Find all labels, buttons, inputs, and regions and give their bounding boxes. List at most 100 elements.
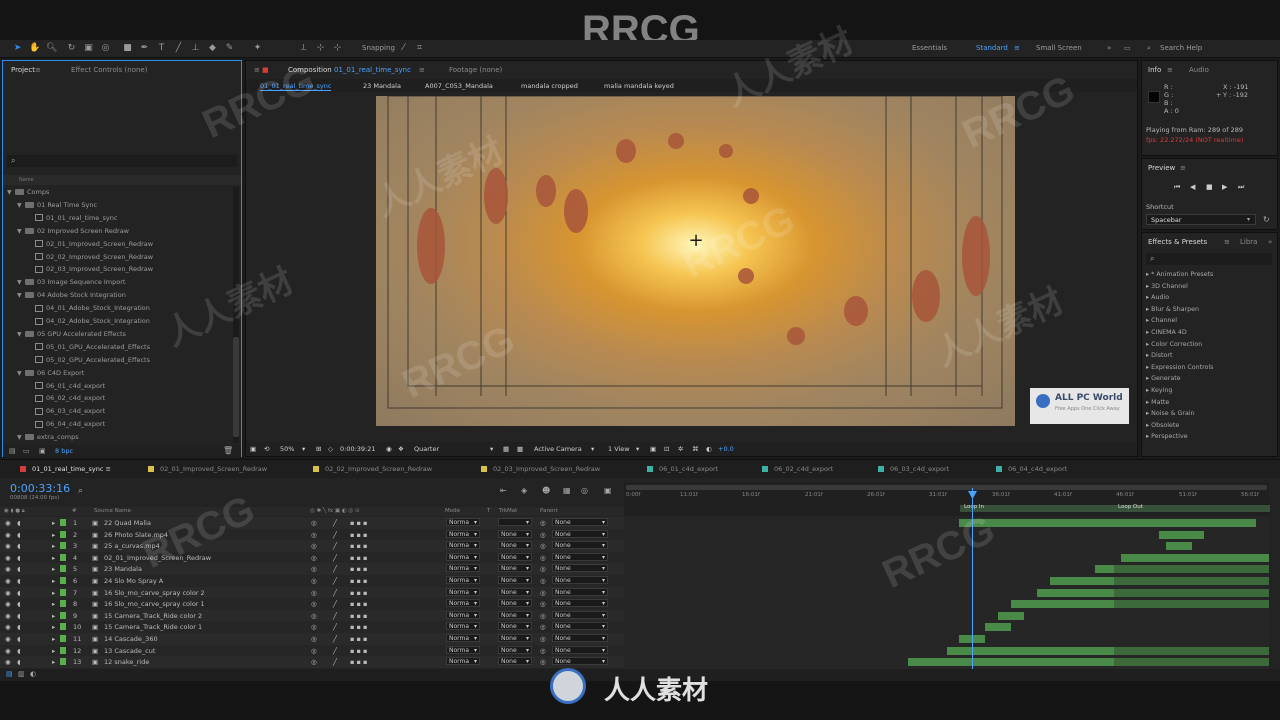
new-folder-icon[interactable]: ▭: [23, 447, 30, 455]
shy-switch-icon[interactable]: ◎: [311, 577, 317, 585]
layer-duration-bar[interactable]: [998, 611, 1024, 620]
expand-layer-icon[interactable]: ▸: [52, 623, 55, 631]
project-folder-item[interactable]: ▼ 06 C4D Export: [17, 367, 84, 379]
project-comp-item[interactable]: 04_02_Adobe_Stock_Integration: [27, 315, 150, 327]
shortcut-dropdown[interactable]: Spacebar ▾: [1146, 214, 1256, 225]
parent-dropdown[interactable]: None ▾: [552, 564, 608, 573]
safe-zones-icon[interactable]: ⊞: [316, 445, 321, 453]
shy-switch-icon[interactable]: ◎: [311, 635, 317, 643]
timeline-tab[interactable]: 02_02_Improved_Screen_Redraw: [313, 465, 432, 473]
quality-switch-icon[interactable]: ╱: [333, 577, 337, 585]
disclosure-triangle-icon[interactable]: ▼: [17, 200, 25, 212]
first-frame-icon[interactable]: ⏮: [1174, 183, 1180, 192]
pickwhip-icon[interactable]: ◎: [540, 600, 546, 608]
graph-editor-icon[interactable]: ▣: [604, 486, 612, 495]
layer-switches[interactable]: ▪ ▪ ▪: [350, 623, 367, 631]
mask-icon[interactable]: ◇: [328, 445, 333, 453]
reset-exposure-icon[interactable]: ◐: [706, 445, 712, 453]
parent-dropdown[interactable]: None ▾: [552, 541, 608, 550]
parent-dropdown[interactable]: None ▾: [552, 634, 608, 642]
project-comp-item[interactable]: 06_02_c4d_export: [27, 392, 105, 404]
toggle-switches-icon[interactable]: ▤: [6, 670, 13, 678]
layer-switches[interactable]: ▪ ▪ ▪: [350, 612, 367, 620]
trkmat-dropdown[interactable]: None ▾: [498, 529, 532, 538]
show-channel-icon[interactable]: ❖: [398, 445, 404, 453]
layer-bars-area[interactable]: [624, 517, 1269, 669]
trkmat-dropdown[interactable]: ▾: [498, 518, 532, 526]
blend-mode-dropdown[interactable]: Norma ▾: [446, 587, 480, 596]
shy-switch-icon[interactable]: ◎: [311, 647, 317, 655]
layer-row[interactable]: ◉ ◖ ▸ 13 ▣ 12 snake_ride ◎ ╱ ▪ ▪ ▪ Norma ▾ None ▾ ◎…: [0, 656, 624, 668]
project-comp-item[interactable]: 06_03_c4d_export: [27, 405, 105, 417]
effect-category-item[interactable]: ▸ Matte: [1146, 399, 1169, 406]
tab-composition[interactable]: Composition: [288, 66, 332, 74]
parent-dropdown[interactable]: None ▾: [552, 587, 608, 596]
swap-icon[interactable]: ⟲: [264, 445, 269, 453]
trkmat-dropdown[interactable]: None ▾: [498, 587, 532, 596]
timeline-tab[interactable]: 06_02_c4d_export: [762, 465, 833, 473]
search-icon[interactable]: ⌕: [78, 486, 83, 496]
quality-switch-icon[interactable]: ╱: [333, 612, 337, 620]
layer-switches[interactable]: ▪ ▪ ▪: [350, 542, 367, 550]
preview-menu-icon[interactable]: ≡: [1180, 164, 1186, 172]
disclosure-triangle-icon[interactable]: ▼: [17, 432, 25, 444]
project-column-header[interactable]: Name: [3, 175, 241, 185]
audio-icon[interactable]: ◖: [17, 600, 20, 608]
layer-name[interactable]: 22 Quad Malia: [104, 519, 151, 527]
snap-options-icon[interactable]: ⌗: [414, 43, 425, 54]
workspace-essentials[interactable]: Essentials: [912, 44, 947, 52]
parent-dropdown[interactable]: None ▾: [552, 576, 608, 584]
quality-switch-icon[interactable]: ╱: [333, 600, 337, 608]
timeline-tab[interactable]: 02_03_Improved_Screen_Redraw: [481, 465, 600, 473]
project-comp-item[interactable]: 01_01_real_time_sync: [27, 212, 117, 224]
audio-icon[interactable]: ◖: [17, 531, 20, 539]
viewer-timecode[interactable]: 0:00:39:21: [340, 445, 376, 453]
toggle-pixel-icon[interactable]: ▣: [650, 445, 656, 453]
timeline-icon[interactable]: ✲: [678, 445, 683, 453]
composition-viewer[interactable]: +: [376, 96, 1015, 426]
pickwhip-icon[interactable]: ◎: [540, 554, 546, 562]
layer-row[interactable]: ◉ ◖ ▸ 12 ▣ 13 Cascade_cut ◎ ╱ ▪ ▪ ▪ Norma ▾ None ▾…: [0, 644, 624, 657]
layer-name[interactable]: 24 Slo Mo Spray A: [104, 577, 163, 585]
project-folder-item[interactable]: ▼ 05 GPU Accelerated Effects: [17, 328, 126, 340]
col-source-name[interactable]: Source Name: [94, 508, 131, 514]
pickwhip-icon[interactable]: ◎: [540, 612, 546, 620]
comp-tab-menu-icon[interactable]: ≡: [419, 66, 425, 74]
trkmat-dropdown[interactable]: None ▾: [498, 610, 532, 619]
project-comp-item[interactable]: 02_02_Improved_Screen_Redraw: [27, 251, 153, 263]
timeline-timecode[interactable]: 0:00:33:16: [10, 482, 70, 495]
always-preview-icon[interactable]: ▣: [250, 445, 256, 453]
pickwhip-icon[interactable]: ◎: [540, 589, 546, 597]
stop-icon[interactable]: ■: [1206, 183, 1213, 191]
draft-3d-icon[interactable]: ◈: [521, 486, 527, 495]
parent-dropdown[interactable]: None ▾: [552, 645, 608, 654]
axis-icon[interactable]: ⊹: [315, 43, 326, 54]
expand-layer-icon[interactable]: ▸: [52, 519, 55, 527]
lock-icon[interactable]: ■: [262, 66, 269, 74]
layer-duration-bar[interactable]: [959, 519, 1257, 527]
blend-mode-dropdown[interactable]: Norma ▾: [446, 645, 480, 654]
blend-mode-dropdown[interactable]: Norma ▾: [446, 610, 480, 619]
search-help-field[interactable]: Search Help: [1160, 44, 1202, 52]
blend-mode-dropdown[interactable]: Norma ▾: [446, 518, 480, 526]
project-comp-item[interactable]: 05_01_GPU_Accelerated_Effects: [27, 341, 150, 353]
toggle-modes-icon[interactable]: ▥: [18, 670, 25, 678]
region-icon[interactable]: ▦: [503, 445, 509, 453]
tab-effect-controls[interactable]: Effect Controls (none): [71, 66, 147, 74]
expand-layer-icon[interactable]: ▸: [52, 647, 55, 655]
project-comp-item[interactable]: 02_01_Improved_Screen_Redraw: [27, 238, 153, 250]
layer-name[interactable]: 26 Photo Slate.mp4: [104, 531, 168, 539]
disclosure-triangle-icon[interactable]: ▼: [17, 277, 25, 289]
parent-dropdown[interactable]: None ▾: [552, 657, 608, 666]
workspace-standard[interactable]: Standard: [976, 44, 1008, 52]
visibility-eye-icon[interactable]: ◉: [5, 577, 11, 585]
quality-switch-icon[interactable]: ╱: [333, 658, 337, 666]
resolution-dropdown[interactable]: Quarter: [414, 445, 439, 453]
layer-switches[interactable]: ▪ ▪ ▪: [350, 658, 367, 666]
disclosure-triangle-icon[interactable]: ▼: [17, 290, 25, 302]
audio-icon[interactable]: ◖: [17, 542, 20, 550]
pickwhip-icon[interactable]: ◎: [540, 658, 546, 666]
expand-layer-icon[interactable]: ▸: [52, 635, 55, 643]
project-folder-item[interactable]: ▼ Comps: [7, 186, 49, 198]
blend-mode-dropdown[interactable]: Norma ▾: [446, 576, 480, 584]
